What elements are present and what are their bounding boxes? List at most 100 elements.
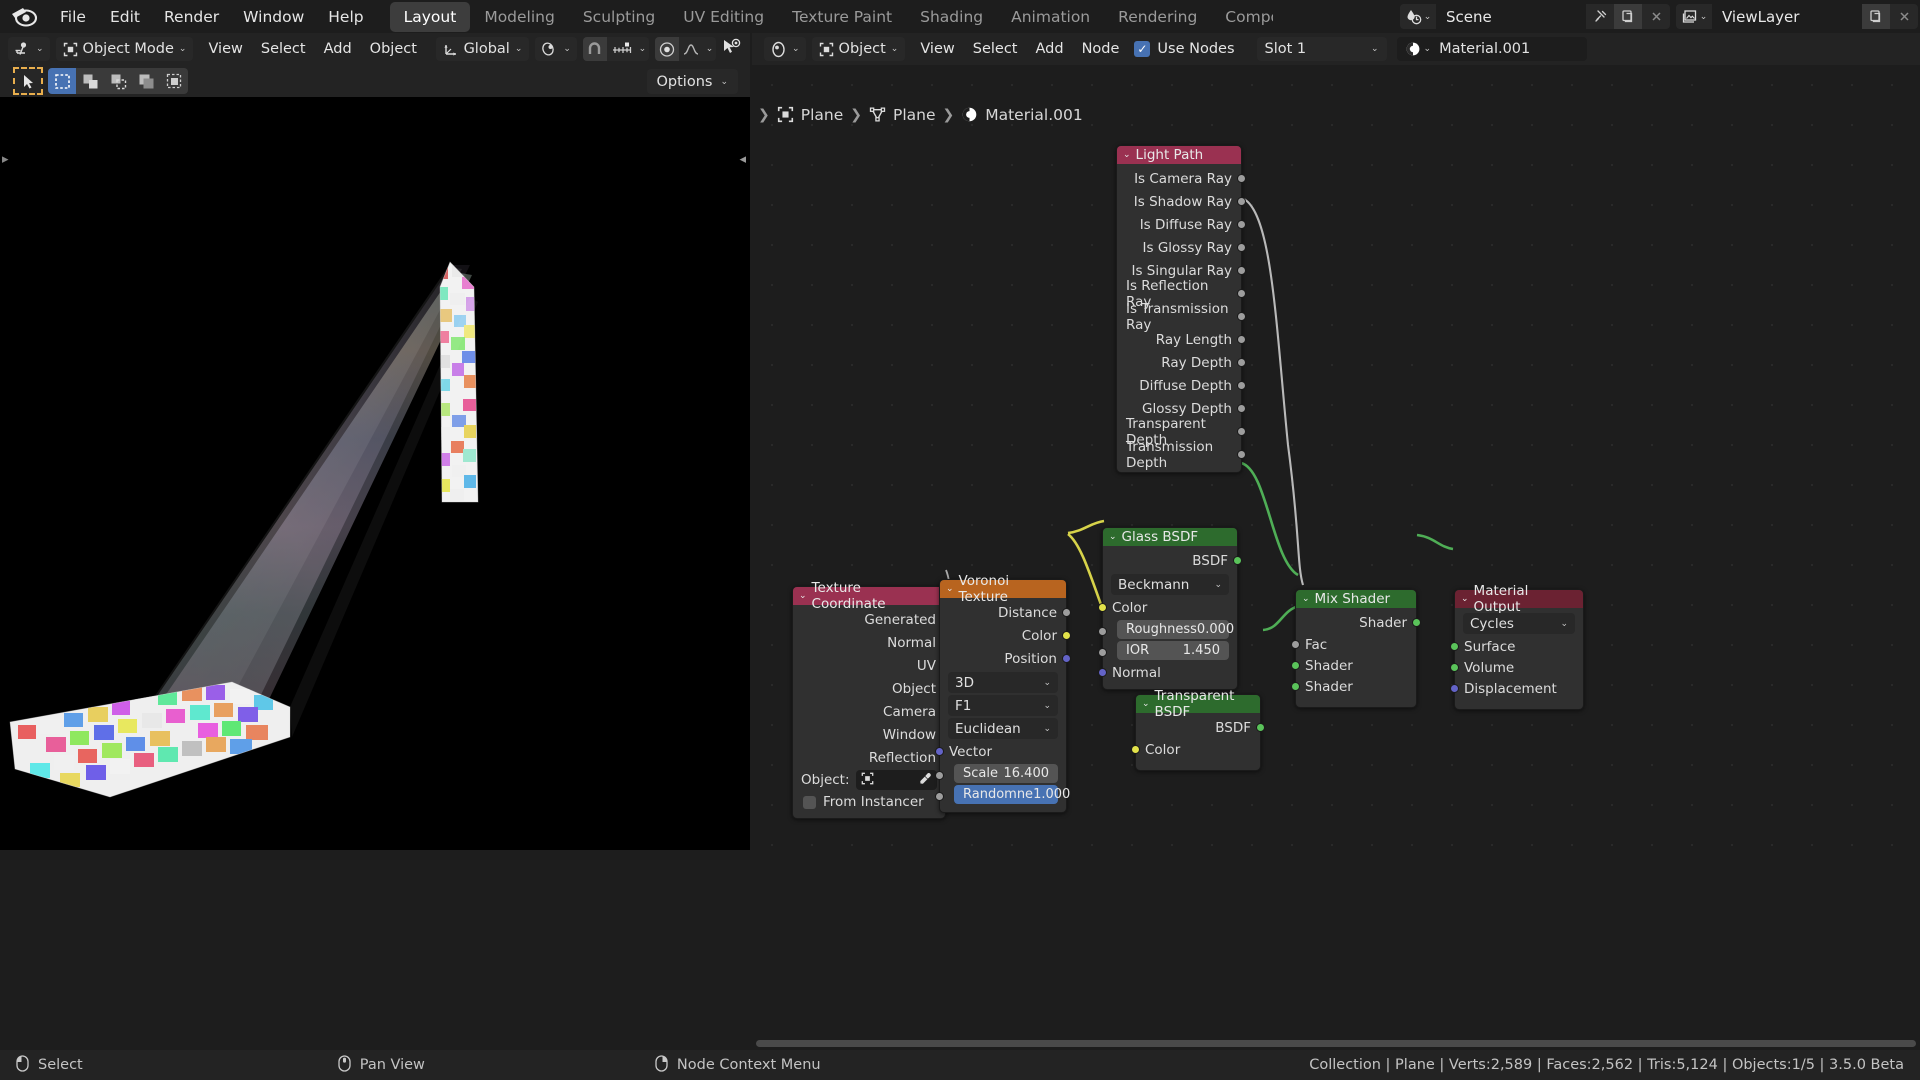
scale-slider-row[interactable]: Scale 16.400 [935,764,1066,783]
material-selector[interactable]: ⌄ Material.001 [1396,37,1587,61]
menu-window[interactable]: Window [231,3,316,31]
breadcrumb-item-material[interactable]: Material.001 [985,106,1082,124]
node-output-socket-row[interactable]: Ray Length [1117,328,1246,351]
input-socket[interactable] [1098,626,1107,636]
node-output-socket-row[interactable]: BSDF [1136,716,1265,739]
output-socket[interactable] [1237,404,1246,413]
from-instancer-checkbox-row[interactable]: From Instancer [793,792,945,812]
output-socket[interactable] [1237,381,1246,390]
collapse-chevron-icon[interactable]: ⌄ [1123,150,1131,160]
node-header[interactable]: ⌄ Transparent BSDF [1136,688,1260,720]
object-picker-row[interactable]: Object: [793,769,945,792]
node-input-socket-row[interactable]: Normal [1098,662,1237,683]
shader-node-editor[interactable]: ⌄ Object ⌄ View Select Add Node ✓ Use No… [752,33,1920,850]
node-output-socket-row[interactable]: Is Camera Ray [1117,167,1246,190]
node-menu-add[interactable]: Add [1026,38,1072,60]
select-new-icon[interactable] [48,68,76,94]
node-header[interactable]: ⌄ Mix Shader [1296,590,1416,608]
node-menu-node[interactable]: Node [1073,38,1129,60]
input-socket[interactable] [935,770,944,780]
checkbox-unchecked-icon[interactable] [803,795,816,809]
voronoi-distance-metric-dropdown[interactable]: Euclidean ⌄ [948,718,1058,739]
viewport-menu-view[interactable]: View [199,38,251,60]
input-socket[interactable] [1291,682,1300,691]
viewlayer-name-field[interactable]: ViewLayer [1712,4,1862,29]
input-socket[interactable] [1450,663,1459,672]
collapse-chevron-icon[interactable]: ⌄ [1109,532,1117,542]
select-invert-icon[interactable] [132,68,160,94]
input-socket[interactable] [1098,668,1107,677]
workspace-tab-rendering[interactable]: Rendering [1104,2,1211,32]
roughness-slider[interactable]: Roughness 0.000 [1117,620,1234,639]
node-output-socket-row[interactable]: Is Shadow Ray [1117,190,1246,213]
node-menu-view[interactable]: View [911,38,963,60]
node-input-socket-row[interactable]: Fac [1291,634,1416,655]
scene-selector[interactable]: ⌄ Scene [1400,4,1670,29]
falloff-smooth-icon[interactable] [679,37,703,61]
node-output-socket-row[interactable]: Is Glossy Ray [1117,236,1246,259]
node-glass-bsdf[interactable]: ⌄ Glass BSDF BSDF Beckmann ⌄ Color Rough… [1098,527,1242,690]
input-socket[interactable] [935,791,944,801]
node-output-socket-row[interactable]: Object [793,677,950,700]
randomness-slider-row[interactable]: Randomne 1.000 [935,785,1070,804]
glass-distribution-dropdown[interactable]: Beckmann ⌄ [1111,574,1229,595]
voronoi-dimensions-dropdown[interactable]: 3D ⌄ [948,672,1058,693]
output-socket[interactable] [1237,358,1246,367]
node-material-output[interactable]: ⌄ Material Output Cycles ⌄ Surface Volum… [1450,583,1584,710]
workspace-tab-uv-editing[interactable]: UV Editing [669,2,778,32]
output-socket[interactable] [1237,312,1246,321]
chevron-down-icon[interactable]: ⌄ [636,37,649,61]
scene-icon[interactable]: ⌄ [1400,4,1436,29]
viewport-menu-add[interactable]: Add [315,38,361,60]
render-engine-target-dropdown[interactable]: Cycles ⌄ [1463,613,1575,634]
node-output-socket-row[interactable]: Is Transmission Ray [1117,301,1246,333]
node-output-socket-row[interactable]: Is Diffuse Ray [1117,213,1246,236]
node-output-socket-row[interactable]: Ray Depth [1117,351,1246,374]
node-header[interactable]: ⌄ Texture Coordinate [793,580,945,612]
breadcrumb-item-object[interactable]: Plane [801,106,844,124]
node-output-socket-row[interactable]: Transmission Depth [1117,439,1246,471]
menu-edit[interactable]: Edit [98,3,152,31]
viewport-3d[interactable]: ⌄ Object Mode ⌄ View Select Add Object G… [0,33,750,850]
pivot-point-icon[interactable]: ⌄ [535,37,577,61]
transform-orientation-selector[interactable]: Global ⌄ [435,37,530,61]
new-viewlayer-copy-icon[interactable] [1862,4,1890,29]
shader-type-selector[interactable]: Object ⌄ [811,37,906,61]
node-input-socket-row[interactable]: Shader [1291,676,1416,697]
collapse-chevron-icon[interactable]: ⌄ [1461,594,1469,604]
output-socket[interactable] [1237,174,1246,183]
workspace-tab-animation[interactable]: Animation [997,2,1104,32]
pin-icon[interactable] [1586,4,1614,29]
node-output-socket-row[interactable]: Window [793,723,950,746]
material-slot-selector[interactable]: Slot 1 ⌄ [1256,37,1387,61]
viewlayer-icon[interactable]: ⌄ [1676,4,1712,29]
output-socket[interactable] [1237,335,1246,344]
output-socket[interactable] [1062,631,1071,640]
node-output-socket-row[interactable]: UV [793,654,950,677]
select-subtract-icon[interactable] [104,68,132,94]
new-scene-copy-icon[interactable] [1614,4,1642,29]
output-socket[interactable] [1062,608,1071,617]
collapse-chevron-icon[interactable]: ⌄ [1142,699,1150,709]
viewport-options-button[interactable]: Options ⌄ [646,69,738,94]
workspace-tab-modeling[interactable]: Modeling [470,2,569,32]
node-header[interactable]: ⌄ Material Output [1455,583,1583,615]
node-output-socket-row[interactable]: Position [940,647,1071,670]
breadcrumb-item-mesh[interactable]: Plane [893,106,936,124]
node-output-socket-row[interactable]: Camera [793,700,950,723]
object-mode-selector[interactable]: Object Mode ⌄ [55,37,194,61]
node-input-socket-row[interactable]: Volume [1450,657,1583,678]
output-socket[interactable] [1237,289,1246,298]
workspace-tab-compositing[interactable]: Compo [1211,2,1273,32]
output-socket[interactable] [1256,723,1265,732]
node-transparent-bsdf[interactable]: ⌄ Transparent BSDF BSDF Color [1131,688,1265,771]
node-menu-select[interactable]: Select [964,38,1027,60]
node-input-socket-row[interactable]: Displacement [1450,678,1583,699]
output-socket[interactable] [1412,618,1421,627]
node-output-socket-row[interactable]: Generated [793,608,950,631]
snap-increment-icon[interactable] [607,37,636,61]
node-header[interactable]: ⌄ Light Path [1117,146,1241,164]
input-socket[interactable] [935,747,944,756]
collapse-chevron-icon[interactable]: ⌄ [799,591,807,601]
node-output-socket-row[interactable]: Diffuse Depth [1117,374,1246,397]
